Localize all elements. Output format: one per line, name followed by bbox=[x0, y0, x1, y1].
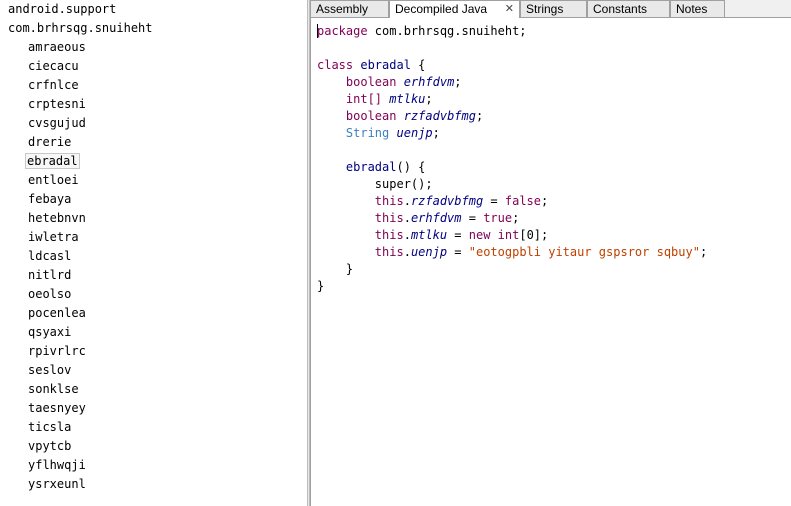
tree-class[interactable]: sonklse bbox=[0, 381, 307, 400]
class-tree: android.support com.brhrsqg.snuiheht amr… bbox=[0, 0, 307, 495]
tree-class[interactable]: nitlrd bbox=[0, 267, 307, 286]
tree-package[interactable]: com.brhrsqg.snuiheht bbox=[0, 20, 307, 39]
code-line: this.rzfadvbfmg = false; bbox=[374, 194, 549, 208]
tree-class[interactable]: seslov bbox=[0, 362, 307, 381]
tree-class[interactable]: febaya bbox=[0, 191, 307, 210]
tree-class[interactable]: crptesni bbox=[0, 96, 307, 115]
tree-class[interactable]: cvsgujud bbox=[0, 115, 307, 134]
tree-class[interactable]: oeolso bbox=[0, 286, 307, 305]
code-line: super(); bbox=[374, 177, 433, 191]
tree-class[interactable]: ticsla bbox=[0, 419, 307, 438]
code-line: ebradal() { bbox=[345, 160, 426, 174]
code-line: boolean erhfdvm; bbox=[345, 75, 462, 89]
code-line: this.mtlku = new int[0]; bbox=[374, 228, 549, 242]
tree-class[interactable]: rpivrlrc bbox=[0, 343, 307, 362]
tree-class[interactable]: iwletra bbox=[0, 229, 307, 248]
code-line: package com.brhrsqg.snuiheht; bbox=[317, 24, 527, 38]
code-line: int[] mtlku; bbox=[345, 92, 433, 106]
code-line: String uenjp; bbox=[345, 126, 440, 140]
class-tree-pane[interactable]: android.support com.brhrsqg.snuiheht amr… bbox=[0, 0, 307, 506]
tree-class[interactable]: amraeous bbox=[0, 39, 307, 58]
tree-class[interactable]: ciecacu bbox=[0, 58, 307, 77]
code-line: } bbox=[317, 279, 325, 293]
tree-class[interactable]: ldcasl bbox=[0, 248, 307, 267]
code-line: this.uenjp = "eotogpbli yitaur gspsror s… bbox=[374, 245, 708, 259]
code-line: boolean rzfadvbfmg; bbox=[345, 109, 484, 123]
tree-class-selected[interactable]: ebradal bbox=[0, 153, 307, 172]
tree-package[interactable]: android.support bbox=[0, 1, 307, 20]
tree-class[interactable]: taesnyey bbox=[0, 400, 307, 419]
tab-bar: Assembly Decompiled Java ✕ Strings Consta… bbox=[310, 0, 791, 18]
tab-strings[interactable]: Strings bbox=[520, 0, 587, 17]
tree-class[interactable]: crfnlce bbox=[0, 77, 307, 96]
tab-constants[interactable]: Constants bbox=[587, 0, 670, 17]
tree-class[interactable]: qsyaxi bbox=[0, 324, 307, 343]
close-tab-icon[interactable]: ✕ bbox=[505, 1, 514, 18]
tree-class[interactable]: ysrxeunl bbox=[0, 476, 307, 495]
tree-class[interactable]: drerie bbox=[0, 134, 307, 153]
tree-class[interactable]: yflhwqji bbox=[0, 457, 307, 476]
tab-notes[interactable]: Notes bbox=[670, 0, 725, 17]
tab-assembly[interactable]: Assembly bbox=[310, 0, 389, 17]
tree-class[interactable]: pocenlea bbox=[0, 305, 307, 324]
tree-class[interactable]: vpytcb bbox=[0, 438, 307, 457]
editor-pane: Assembly Decompiled Java ✕ Strings Consta… bbox=[310, 0, 791, 506]
code-line: class ebradal { bbox=[317, 58, 426, 72]
code-line: this.erhfdvm = true; bbox=[374, 211, 520, 225]
code-line: } bbox=[345, 262, 354, 276]
tree-class[interactable]: hetebnvn bbox=[0, 210, 307, 229]
tree-class[interactable]: entloei bbox=[0, 172, 307, 191]
tab-decompiled-java[interactable]: Decompiled Java ✕ bbox=[389, 0, 520, 18]
code-editor[interactable]: package com.brhrsqg.snuiheht; class ebra… bbox=[310, 18, 791, 506]
